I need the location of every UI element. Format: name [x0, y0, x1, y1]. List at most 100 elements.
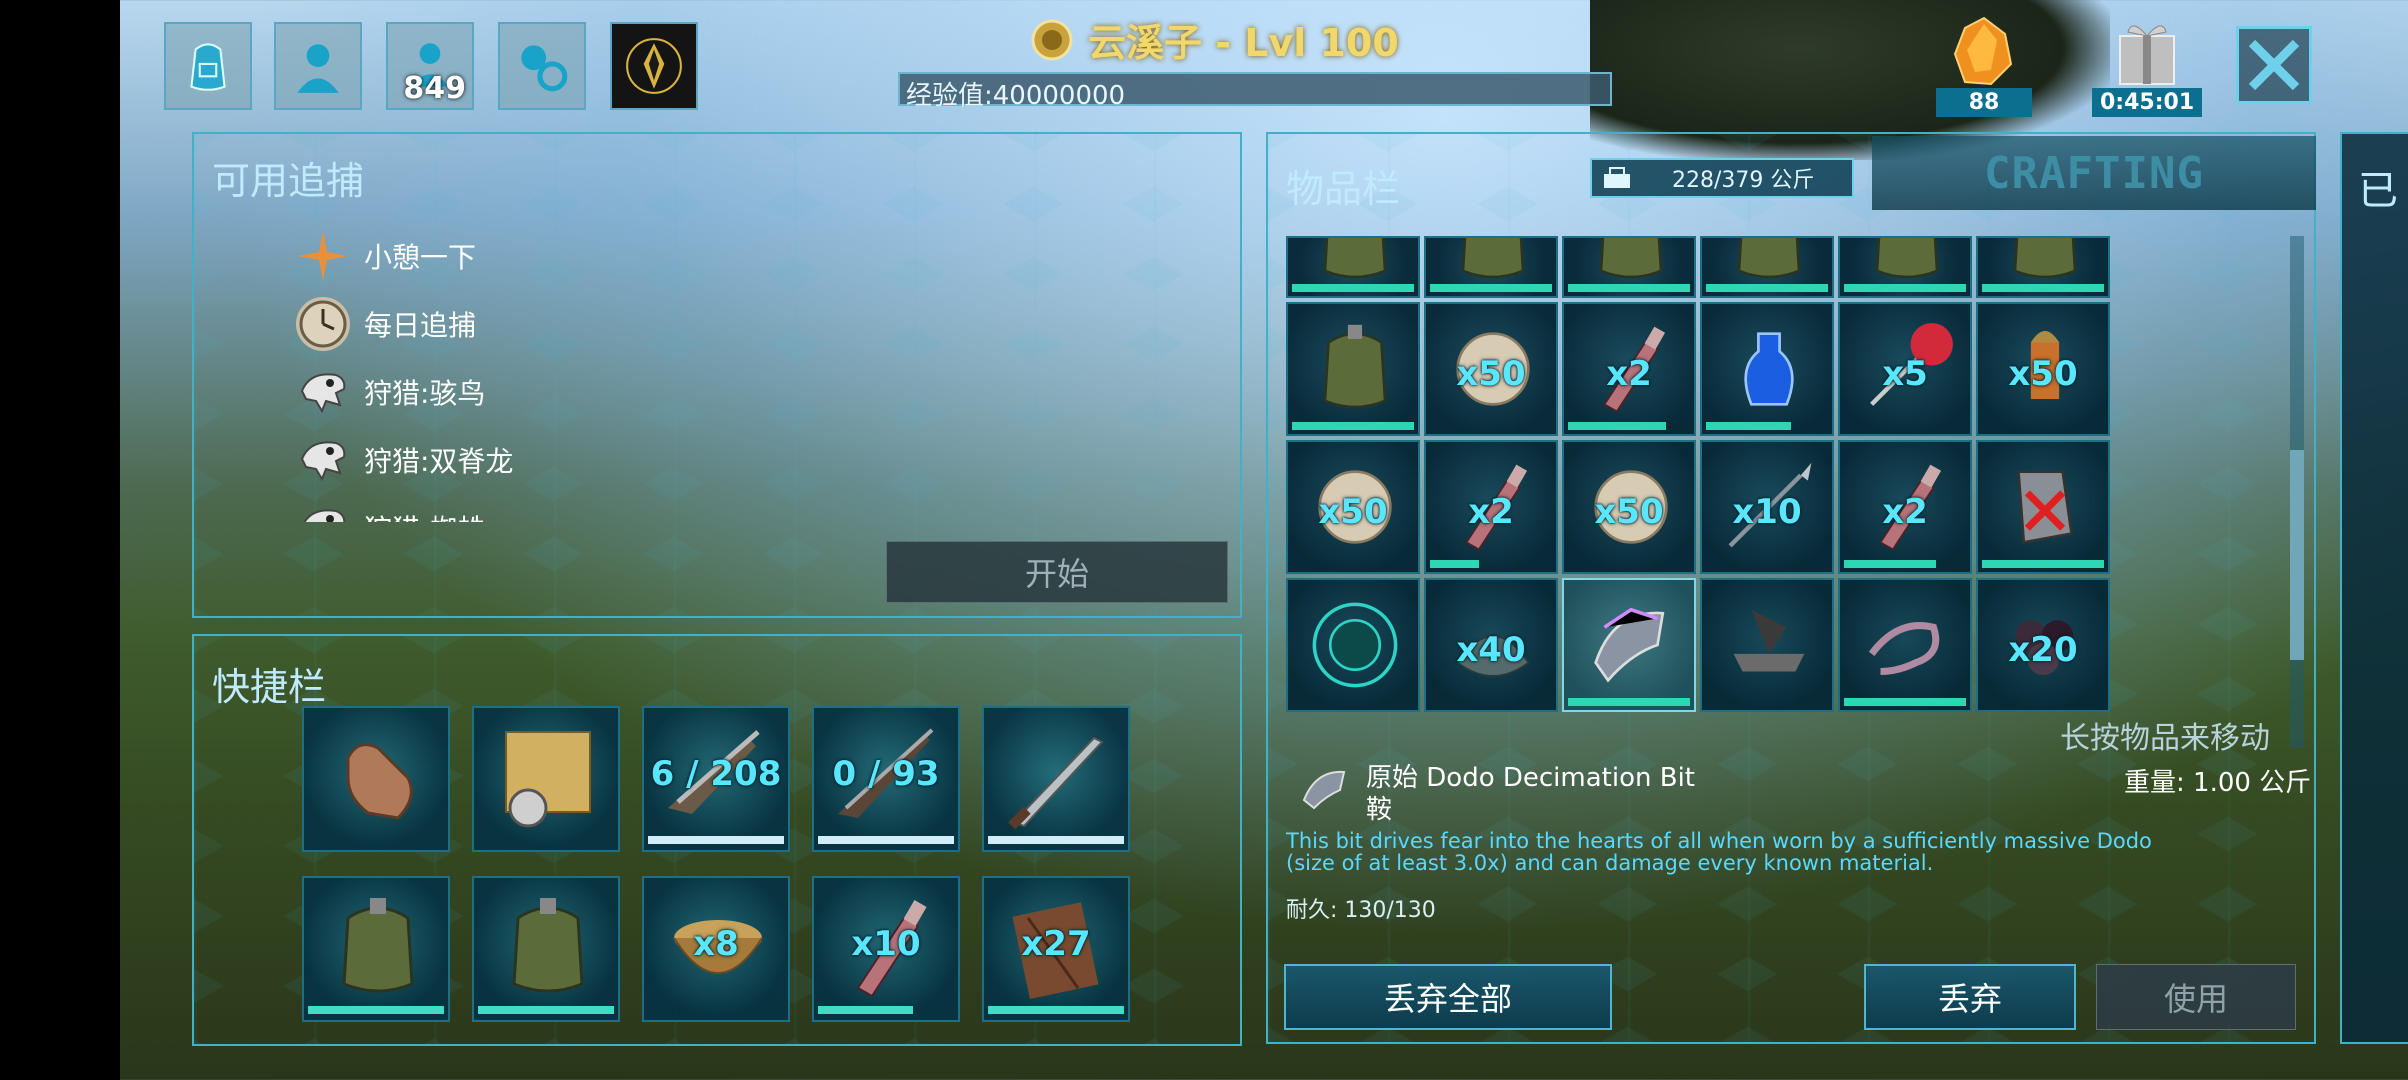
- inventory-slot[interactable]: [1976, 440, 2110, 574]
- inventory-slot[interactable]: x50: [1286, 440, 1420, 574]
- compass-star-icon: [296, 229, 350, 283]
- slot-qty: x8: [693, 924, 739, 964]
- inventory-slot[interactable]: x50: [1424, 302, 1558, 436]
- inventory-slot[interactable]: [1286, 302, 1420, 436]
- selected-item-name-line1: 原始 Dodo Decimation Bit: [1366, 763, 1695, 793]
- slot-qty: x50: [1594, 492, 1664, 532]
- bounty-item[interactable]: 狩猎:骇鸟: [296, 358, 856, 426]
- gorilla-trophy-icon: [1312, 602, 1398, 688]
- inventory-slot[interactable]: x50: [1976, 302, 2110, 436]
- saddle-icon: [1594, 607, 1665, 683]
- obelisk-icon: [626, 38, 682, 94]
- hotbar-slot[interactable]: [472, 876, 620, 1022]
- hotbar-slot[interactable]: [982, 706, 1130, 852]
- durability-bar: [1706, 284, 1828, 292]
- tribe-button[interactable]: 849: [386, 22, 474, 110]
- inventory-slot[interactable]: [1838, 578, 1972, 712]
- inventory-slot[interactable]: x40: [1424, 578, 1558, 712]
- drop-all-button[interactable]: 丢弃全部: [1284, 964, 1612, 1030]
- durability-bar: [308, 1006, 444, 1014]
- hotbar-title: 快捷栏: [212, 665, 327, 709]
- durability-bar: [1568, 698, 1690, 706]
- slot-qty: x50: [1456, 354, 1526, 394]
- inventory-slot[interactable]: [1700, 236, 1834, 298]
- inventory-slot[interactable]: [1286, 578, 1420, 712]
- hotbar-slot[interactable]: [302, 706, 450, 852]
- canteen-icon: [512, 898, 584, 993]
- slot-qty: x40: [1456, 630, 1526, 670]
- anvil-icon: [1733, 609, 1805, 672]
- slot-qty: 6 / 208: [650, 754, 782, 794]
- map-compass-icon: [505, 731, 591, 828]
- bounty-item[interactable]: 狩猎:双脊龙: [296, 426, 856, 494]
- inventory-slot[interactable]: x20: [1976, 578, 2110, 712]
- gift-timer: 0:45:01: [2092, 88, 2203, 117]
- bounty-item[interactable]: 每日追捕: [296, 290, 856, 358]
- durability-bar: [1292, 422, 1414, 430]
- inventory-slot[interactable]: [1838, 236, 1972, 298]
- durability-bar: [1844, 560, 1936, 568]
- inventory-slot[interactable]: [1562, 578, 1696, 712]
- drop-button[interactable]: 丢弃: [1864, 964, 2076, 1030]
- slot-qty: 0 / 93: [832, 754, 940, 794]
- hotbar-slot[interactable]: x10: [812, 876, 960, 1022]
- backpack-button[interactable]: [164, 22, 252, 110]
- slot-qty: x5: [1882, 354, 1928, 394]
- hotbar-slot[interactable]: [472, 706, 620, 852]
- bounty-item[interactable]: 狩猎:蜘蛛: [296, 494, 856, 522]
- inventory-slot[interactable]: [1976, 236, 2110, 298]
- obelisk-button[interactable]: [610, 22, 698, 110]
- durability-bar: [1982, 284, 2104, 292]
- bounty-list[interactable]: 小憩一下 每日追捕 狩猎:骇鸟 狩猎:双脊龙 狩猎:蜘蛛: [296, 222, 856, 522]
- clock-icon: [296, 297, 350, 351]
- side-panel[interactable]: 已: [2340, 132, 2408, 1044]
- slot-qty: x10: [851, 924, 921, 964]
- bounties-title: 可用追捕: [212, 159, 365, 203]
- use-button[interactable]: 使用: [2096, 964, 2296, 1030]
- slot-qty: x2: [1468, 492, 1514, 532]
- inventory-slot[interactable]: [1700, 578, 1834, 712]
- start-button[interactable]: 开始: [886, 541, 1228, 603]
- gift-counter[interactable]: 0:45:01: [2092, 14, 2203, 117]
- durability-bar: [818, 836, 954, 844]
- hotbar-slot[interactable]: x27: [982, 876, 1130, 1022]
- selected-item-name-line2: 鞍: [1366, 795, 1393, 825]
- dino-skull-icon: [296, 433, 350, 487]
- hotbar-slot[interactable]: x8: [642, 876, 790, 1022]
- xp-bar: 经验值:40000000: [898, 72, 1612, 111]
- blue-potion-icon: [1744, 332, 1794, 406]
- durability-bar: [1430, 560, 1479, 568]
- selected-item-name: 原始 Dodo Decimation Bit 鞍: [1366, 762, 1695, 826]
- hotbar-slot[interactable]: 0 / 93: [812, 706, 960, 852]
- slot-qty: x2: [1606, 354, 1652, 394]
- inventory-slot[interactable]: x5: [1838, 302, 1972, 436]
- character-button[interactable]: [274, 22, 362, 110]
- close-button[interactable]: [2236, 26, 2312, 104]
- bounty-label: 狩猎:双脊龙: [364, 445, 514, 478]
- character-icon: [297, 44, 339, 93]
- weight-indicator: 228/379 公斤: [1590, 158, 1854, 198]
- inventory-slot[interactable]: [1562, 236, 1696, 298]
- inventory-slot[interactable]: [1424, 236, 1558, 298]
- inventory-slot[interactable]: x2: [1562, 302, 1696, 436]
- bounty-item[interactable]: 小憩一下: [296, 222, 856, 290]
- scrollbar-thumb[interactable]: [2290, 450, 2304, 660]
- crystal-counter[interactable]: 88: [1936, 14, 2032, 117]
- inventory-slot[interactable]: x2: [1424, 440, 1558, 574]
- inventory-scrollbar[interactable]: [2290, 236, 2304, 748]
- inventory-slot[interactable]: x50: [1562, 440, 1696, 574]
- slot-qty: x20: [2008, 630, 2078, 670]
- inventory-slot[interactable]: [1700, 302, 1834, 436]
- inventory-slot[interactable]: [1286, 236, 1420, 298]
- tentacle-icon: [1868, 622, 1940, 676]
- inventory-slot[interactable]: x2: [1838, 440, 1972, 574]
- hotbar-slot[interactable]: [302, 876, 450, 1022]
- durability-bar: [818, 1006, 913, 1014]
- durability-bar: [478, 1006, 614, 1014]
- crystal-count: 88: [1936, 88, 2032, 117]
- inventory-slot[interactable]: x10: [1700, 440, 1834, 574]
- tab-crafting[interactable]: CRAFTING: [1872, 136, 2316, 210]
- engrams-button[interactable]: [498, 22, 586, 110]
- selected-item-weight: 重量: 1.00 公斤: [2124, 768, 2312, 798]
- hotbar-slot[interactable]: 6 / 208: [642, 706, 790, 852]
